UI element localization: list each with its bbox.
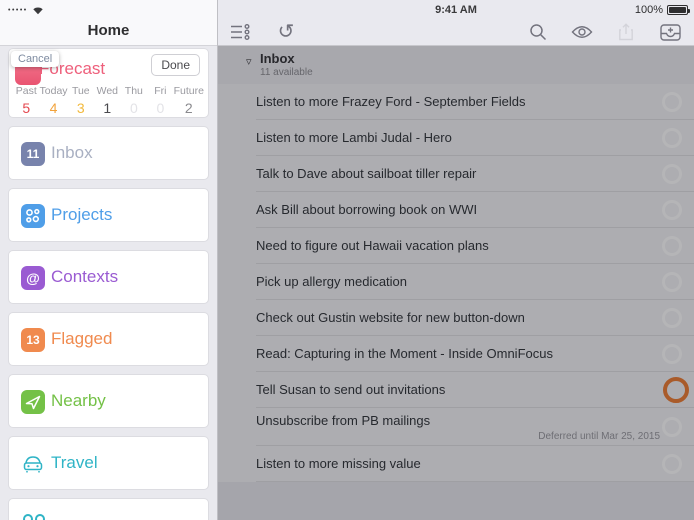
task-row[interactable]: Read: Capturing in the Moment - Inside O… xyxy=(218,336,694,372)
toolbar-right xyxy=(526,22,682,42)
task-row[interactable]: Talk to Dave about sailboat tiller repai… xyxy=(218,156,694,192)
quick-entry-tray-icon[interactable] xyxy=(658,22,682,42)
task-list-area: ▿ Inbox 11 available Listen to more Fraz… xyxy=(218,46,694,520)
sidebar-item-inbox[interactable]: 11 Inbox xyxy=(8,126,209,180)
status-circle[interactable] xyxy=(662,308,682,328)
status-bar-left: ••••• xyxy=(8,3,44,17)
sidebar-list: Forecast Cancel Done Past 5 Today 4 Tue 3 W… xyxy=(0,48,217,520)
task-rows: Listen to more Frazey Ford - September F… xyxy=(218,84,694,482)
status-circle[interactable] xyxy=(662,344,682,364)
task-row-flagged[interactable]: Tell Susan to send out invitations xyxy=(218,372,694,408)
view-options-icon[interactable] xyxy=(228,22,252,42)
task-row-deferred[interactable]: Unsubscribe from PB mailings Deferred un… xyxy=(218,408,694,446)
sidebar-item-nearby[interactable]: Nearby xyxy=(8,374,209,428)
done-button[interactable]: Done xyxy=(151,54,200,76)
status-circle-flagged[interactable] xyxy=(663,377,689,403)
status-circle[interactable] xyxy=(662,454,682,474)
task-row[interactable]: Check out Gustin website for new button-… xyxy=(218,300,694,336)
undo-icon[interactable]: ↺ xyxy=(274,22,298,42)
forecast-day-thu[interactable]: Thu 0 xyxy=(121,85,148,116)
nearby-navigation-icon xyxy=(21,390,45,414)
status-circle[interactable] xyxy=(662,236,682,256)
sidebar-item-projects[interactable]: Projects xyxy=(8,188,209,242)
projects-icon xyxy=(21,204,45,228)
deferred-note: Deferred until Mar 25, 2015 xyxy=(538,431,660,442)
status-circle[interactable] xyxy=(662,164,682,184)
forecast-day-tue[interactable]: Tue 3 xyxy=(68,85,95,116)
main-pane: 9:41 AM 100% ↺ ▿ Inbox 11 available List… xyxy=(218,0,694,520)
disclosure-triangle-icon[interactable]: ▿ xyxy=(246,55,252,68)
status-time: 9:41 AM xyxy=(435,4,477,16)
page-title: Home xyxy=(87,22,130,39)
cancel-button[interactable]: Cancel xyxy=(11,51,60,67)
inbox-badge-icon: 11 xyxy=(21,142,45,166)
group-header-inbox[interactable]: ▿ Inbox 11 available xyxy=(218,46,694,84)
toolbar: 9:41 AM 100% ↺ xyxy=(218,0,694,46)
status-circle[interactable] xyxy=(662,200,682,220)
partial-context-icon xyxy=(23,514,45,520)
task-row[interactable]: Pick up allergy medication xyxy=(218,264,694,300)
sidebar-item-partial[interactable] xyxy=(8,498,209,520)
forecast-day-today[interactable]: Today 4 xyxy=(40,85,68,116)
flagged-badge-icon: 13 xyxy=(21,328,45,352)
forecast-day-future[interactable]: Future 2 xyxy=(174,85,204,116)
status-circle[interactable] xyxy=(662,92,682,112)
status-circle[interactable] xyxy=(662,128,682,148)
task-row[interactable]: Listen to more missing value xyxy=(218,446,694,482)
wifi-icon xyxy=(32,5,44,15)
sidebar-item-contexts[interactable]: @ Contexts xyxy=(8,250,209,304)
task-row[interactable]: Listen to more Frazey Ford - September F… xyxy=(218,84,694,120)
sidebar-header: ••••• Home xyxy=(0,0,217,46)
battery-icon xyxy=(667,5,690,15)
eye-icon[interactable] xyxy=(570,22,594,42)
omnifocus-app: ••••• Home Forecast Cancel Done Past 5 To… xyxy=(0,0,694,520)
task-row[interactable]: Listen to more Lambi Judal - Hero xyxy=(218,120,694,156)
group-title: Inbox xyxy=(260,51,295,66)
forecast-day-fri[interactable]: Fri 0 xyxy=(147,85,174,116)
status-battery: 100% xyxy=(635,4,690,16)
carrier-signal-icon: ••••• xyxy=(8,6,28,14)
forecast-days: Past 5 Today 4 Tue 3 Wed 1 Thu 0 Fri 0 Future 2 xyxy=(13,85,204,116)
forecast-day-wed[interactable]: Wed 1 xyxy=(94,85,121,116)
sidebar: ••••• Home Forecast Cancel Done Past 5 To… xyxy=(0,0,218,520)
toolbar-left: ↺ xyxy=(228,22,298,42)
share-icon[interactable] xyxy=(614,22,638,42)
sidebar-item-travel[interactable]: Travel xyxy=(8,436,209,490)
forecast-day-past[interactable]: Past 5 xyxy=(13,85,40,116)
status-circle[interactable] xyxy=(662,272,682,292)
search-icon[interactable] xyxy=(526,22,550,42)
task-row[interactable]: Ask Bill about borrowing book on WWI xyxy=(218,192,694,228)
group-subtitle: 11 available xyxy=(260,67,313,78)
task-row[interactable]: Need to figure out Hawaii vacation plans xyxy=(218,228,694,264)
sidebar-item-flagged[interactable]: 13 Flagged xyxy=(8,312,209,366)
sidebar-item-forecast[interactable]: Forecast Cancel Done Past 5 Today 4 Tue 3 W… xyxy=(8,48,209,118)
travel-car-icon xyxy=(21,452,45,476)
status-circle[interactable] xyxy=(662,417,682,437)
contexts-at-icon: @ xyxy=(21,266,45,290)
